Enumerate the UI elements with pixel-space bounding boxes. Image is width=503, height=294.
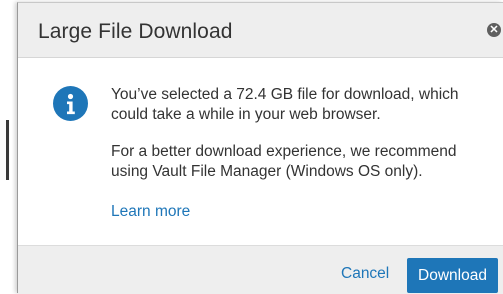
download-button[interactable]: Download [407,258,498,293]
screen: Large File Download ✕ You’ve selected a … [0,0,503,294]
close-icon[interactable]: ✕ [487,23,501,37]
cancel-button[interactable]: Cancel [341,265,389,283]
large-file-download-dialog: Large File Download ✕ You’ve selected a … [17,2,503,294]
background-divider [6,120,9,180]
file-size-message: You’ve selected a 72.4 GB file for downl… [111,86,459,123]
dialog-footer: Cancel Download [18,245,503,294]
dialog-body: You’ve selected a 72.4 GB file for downl… [18,58,503,245]
recommendation-message: For a better download experience, we rec… [111,143,457,180]
dialog-header: Large File Download ✕ [18,3,503,58]
background-page [0,0,17,293]
info-icon [53,86,88,121]
learn-more-link[interactable]: Learn more [111,203,190,221]
dialog-title: Large File Download [38,20,233,43]
